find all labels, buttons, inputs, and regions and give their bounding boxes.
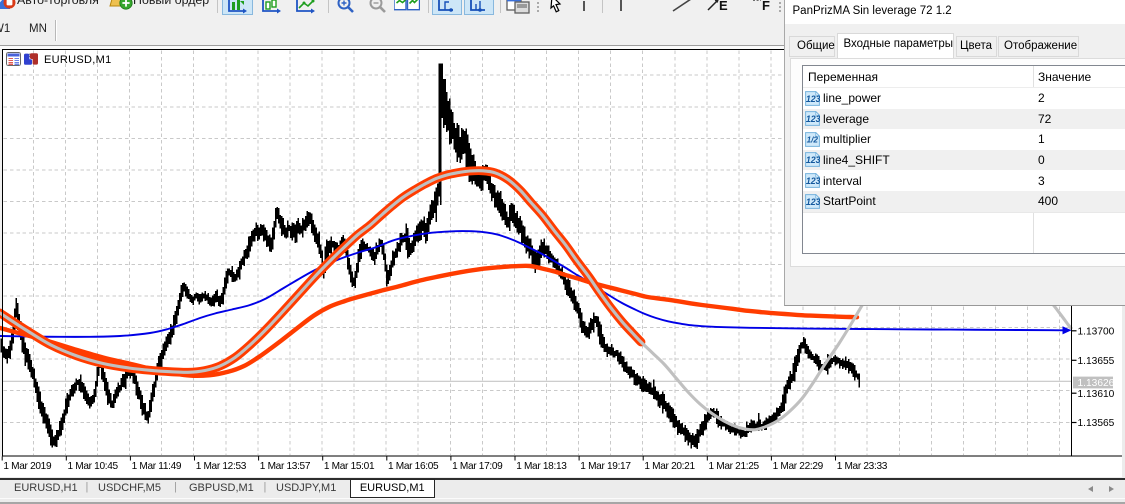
svg-text:E: E bbox=[719, 0, 728, 13]
svg-text:123: 123 bbox=[806, 93, 820, 103]
svg-text:1.13610: 1.13610 bbox=[1078, 389, 1115, 400]
svg-text:123: 123 bbox=[806, 114, 820, 124]
svg-text:1 Mar 22:29: 1 Mar 22:29 bbox=[773, 461, 824, 472]
svg-text:1 Mar 2019: 1 Mar 2019 bbox=[3, 461, 52, 472]
svg-text:1 Mar 16:05: 1 Mar 16:05 bbox=[388, 461, 439, 472]
svg-text:1 Mar 19:17: 1 Mar 19:17 bbox=[580, 461, 631, 472]
svg-text:1 Mar 10:45: 1 Mar 10:45 bbox=[68, 461, 119, 472]
svg-text:1 Mar 15:01: 1 Mar 15:01 bbox=[324, 461, 375, 472]
svg-text:123: 123 bbox=[806, 176, 820, 186]
svg-text:1 Mar 12:53: 1 Mar 12:53 bbox=[196, 461, 247, 472]
svg-text:1.13626: 1.13626 bbox=[1078, 378, 1115, 389]
svg-text:1.13565: 1.13565 bbox=[1078, 418, 1115, 429]
svg-text:1.13655: 1.13655 bbox=[1078, 356, 1115, 367]
svg-text:123: 123 bbox=[806, 196, 820, 206]
svg-text:123: 123 bbox=[806, 155, 820, 165]
svg-text:F: F bbox=[762, 0, 770, 13]
svg-text:1/2: 1/2 bbox=[807, 135, 819, 144]
svg-text:1 Mar 23:33: 1 Mar 23:33 bbox=[837, 461, 888, 472]
svg-text:1 Mar 13:57: 1 Mar 13:57 bbox=[260, 461, 311, 472]
svg-text:1 Mar 18:13: 1 Mar 18:13 bbox=[516, 461, 567, 472]
svg-text:1 Mar 17:09: 1 Mar 17:09 bbox=[452, 461, 503, 472]
svg-text:1 Mar 21:25: 1 Mar 21:25 bbox=[709, 461, 760, 472]
svg-text:1 Mar 20:21: 1 Mar 20:21 bbox=[644, 461, 695, 472]
svg-text:1 Mar 11:49: 1 Mar 11:49 bbox=[132, 461, 182, 472]
svg-text:1.13700: 1.13700 bbox=[1078, 326, 1115, 337]
